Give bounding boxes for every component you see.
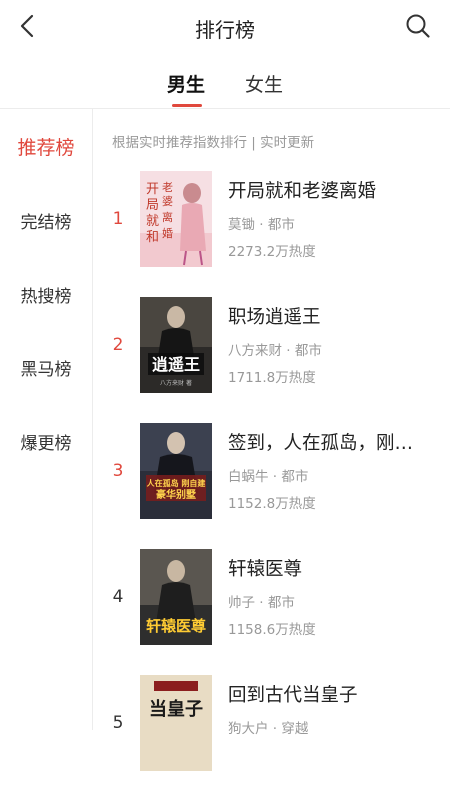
book-title[interactable]: 职场逍遥王 [228,303,438,329]
tab-active-indicator [172,104,202,107]
svg-text:人在孤岛 刚自建: 人在孤岛 刚自建 [147,478,207,488]
svg-text:局: 局 [146,198,159,213]
book-title[interactable]: 轩辕医尊 [228,555,438,581]
svg-text:当皇子: 当皇子 [149,698,203,720]
tab-male[interactable]: 男生 [167,70,205,97]
tab-female[interactable]: 女生 [245,70,283,97]
book-cover-image[interactable]: 轩辕医尊 [140,549,212,645]
book-heat: 1152.8万热度 [228,496,316,512]
top-bar: 排行榜 [0,0,450,56]
gender-tabs: 男生 女生 [0,62,450,108]
svg-text:豪华别墅: 豪华别墅 [156,488,196,501]
sidebar-item-updates[interactable]: 爆更榜 [0,429,92,454]
book-author-genre: 狗大户 · 穿越 [228,721,309,737]
book-cover-image[interactable]: 开 老 局 婆 就 离 和 婚 [140,171,212,267]
book-cover-image[interactable]: 人在孤岛 刚自建 豪华别墅 [140,423,212,519]
book-author-genre: 白蜗牛 · 都市 [228,469,309,485]
svg-text:婚: 婚 [162,226,173,240]
svg-text:婆: 婆 [162,195,173,208]
svg-text:逍遥王: 逍遥王 [152,355,200,374]
book-heat: 2273.2万热度 [228,244,316,260]
book-item[interactable]: 4 轩辕医尊 轩辕医尊 帅子 · 都市 1158.6万热度 [92,549,450,669]
book-title[interactable]: 回到古代当皇子 [228,681,438,707]
rank-number: 3 [112,461,124,481]
book-item[interactable]: 1 开 老 局 婆 就 离 和 婚 开局就和老婆离婚 莫锄 · 都市 2273.… [92,171,450,291]
svg-text:开: 开 [146,182,159,197]
rank-number: 2 [112,335,124,355]
svg-text:就: 就 [146,214,159,229]
svg-text:和: 和 [146,230,159,245]
rank-number: 5 [112,713,124,733]
book-heat: 1711.8万热度 [228,370,316,386]
book-author-genre: 帅子 · 都市 [228,595,295,611]
sidebar-item-dark-horse[interactable]: 黑马榜 [0,355,92,380]
book-cover-image[interactable]: 当皇子 [140,675,212,771]
svg-text:老: 老 [162,181,173,194]
sidebar-item-recommend[interactable]: 推荐榜 [0,133,92,160]
rank-number: 4 [112,587,124,607]
book-item[interactable]: 3 人在孤岛 刚自建 豪华别墅 签到，人在孤岛，刚… 白蜗牛 · 都市 1152… [92,423,450,543]
book-title[interactable]: 开局就和老婆离婚 [228,177,438,203]
book-author-genre: 莫锄 · 都市 [228,217,295,233]
book-heat: 1158.6万热度 [228,622,316,638]
sidebar-item-hot-search[interactable]: 热搜榜 [0,282,92,307]
page-title: 排行榜 [195,18,255,42]
rank-number: 1 [112,209,124,229]
book-cover-image[interactable]: 逍遥王 八方来财 著 [140,297,212,393]
svg-text:轩辕医尊: 轩辕医尊 [146,617,206,635]
sidebar-item-completed[interactable]: 完结榜 [0,208,92,233]
svg-text:离: 离 [162,210,173,224]
book-title[interactable]: 签到，人在孤岛，刚… [228,429,438,455]
search-icon[interactable] [404,12,432,40]
svg-text:八方来财 著: 八方来财 著 [160,379,192,387]
book-item[interactable]: 2 逍遥王 八方来财 著 职场逍遥王 八方来财 · 都市 1711.8万热度 [92,297,450,417]
list-subtitle: 根据实时推荐指数排行 | 实时更新 [112,135,315,151]
book-item[interactable]: 5 当皇子 回到古代当皇子 狗大户 · 穿越 [92,675,450,795]
book-author-genre: 八方来财 · 都市 [228,343,322,359]
ranking-sidebar: 推荐榜 完结榜 热搜榜 黑马榜 爆更榜 [0,109,93,730]
